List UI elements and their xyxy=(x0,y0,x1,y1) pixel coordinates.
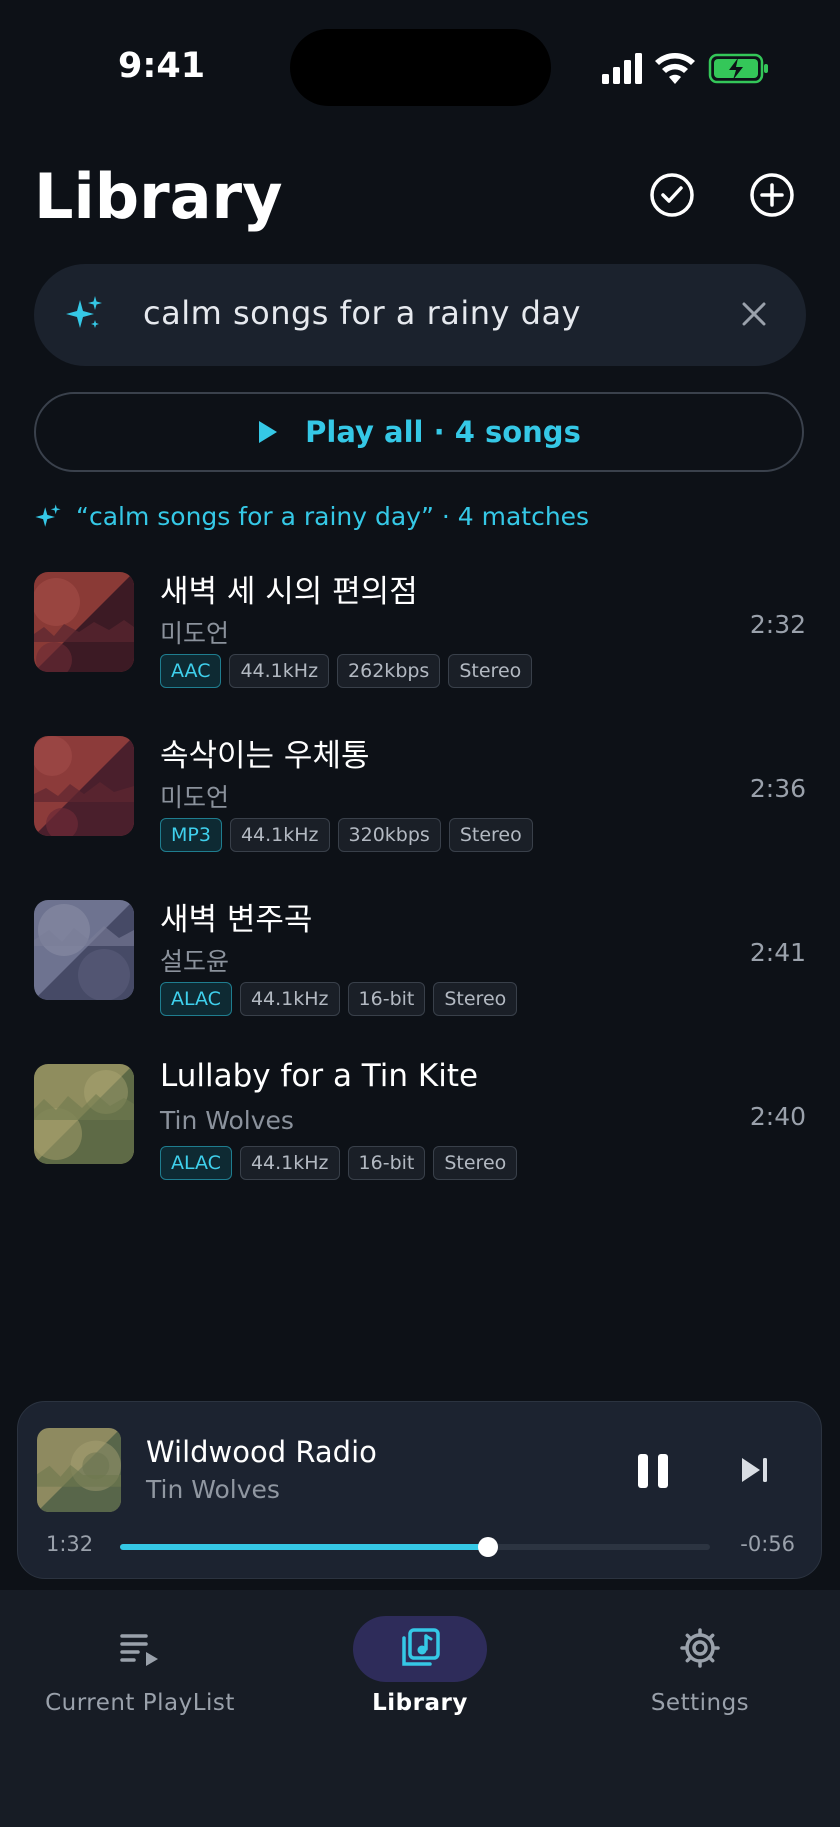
codec-badge: MP3 xyxy=(160,818,222,852)
library-icon xyxy=(402,1628,440,1666)
song-row[interactable]: 새벽 변주곡 설도윤 2:41 ALAC 44.1kHz 16-bit Ster… xyxy=(34,894,806,1016)
add-button[interactable] xyxy=(747,170,797,220)
progress-slider[interactable] xyxy=(120,1537,710,1557)
song-title: 속삭이는 우체통 xyxy=(160,738,370,774)
next-track-button[interactable] xyxy=(740,1455,770,1485)
now-playing-art xyxy=(37,1428,121,1512)
tab-label: Settings xyxy=(650,1690,750,1716)
song-title: Lullaby for a Tin Kite xyxy=(160,1058,479,1094)
matches-text: “calm songs for a rainy day” · 4 matches xyxy=(76,502,590,531)
status-time: 9:41 xyxy=(118,46,206,86)
song-row[interactable]: 속삭이는 우체통 미도언 2:36 MP3 44.1kHz 320kbps St… xyxy=(34,730,806,852)
now-playing-title: Wildwood Radio xyxy=(146,1435,377,1469)
album-art xyxy=(34,900,134,1000)
tab-settings[interactable]: Settings xyxy=(560,1616,840,1766)
song-artist: 설도윤 xyxy=(160,947,230,976)
sample-rate-badge: 44.1kHz xyxy=(229,818,330,852)
song-title: 새벽 세 시의 편의점 xyxy=(160,574,418,610)
search-field[interactable]: calm songs for a rainy day xyxy=(34,264,806,366)
tab-bar: Current PlayList Library Settings xyxy=(0,1590,840,1827)
channels-badge: Stereo xyxy=(448,654,533,688)
codec-badge: AAC xyxy=(160,654,222,688)
song-duration: 2:40 xyxy=(749,1102,806,1131)
channels-badge: Stereo xyxy=(433,1146,518,1180)
play-icon xyxy=(259,421,278,443)
now-playing-artist: Tin Wolves xyxy=(146,1475,280,1504)
now-playing-bar[interactable]: Wildwood Radio Tin Wolves 1:32 -0:56 xyxy=(17,1401,822,1579)
select-check-button[interactable] xyxy=(647,170,697,220)
album-art xyxy=(34,736,134,836)
song-duration: 2:41 xyxy=(749,938,806,967)
sparkle-icon xyxy=(35,503,61,527)
sample-rate-badge: 44.1kHz xyxy=(239,1146,340,1180)
playlist-icon xyxy=(120,1634,158,1666)
remaining-time: -0:56 xyxy=(740,1532,795,1556)
play-all-label: Play all · 4 songs xyxy=(305,415,581,449)
clear-search-button[interactable] xyxy=(736,296,772,332)
album-art xyxy=(34,1064,134,1164)
progress-fill xyxy=(120,1544,488,1550)
codec-badge: ALAC xyxy=(160,1146,232,1180)
search-matches-summary: “calm songs for a rainy day” · 4 matches xyxy=(34,502,589,531)
channels-badge: Stereo xyxy=(433,982,518,1016)
dynamic-island xyxy=(290,29,551,106)
bitrate-badge: 262kbps xyxy=(337,654,441,688)
elapsed-time: 1:32 xyxy=(46,1532,94,1556)
bit-depth-badge: 16-bit xyxy=(347,982,426,1016)
sample-rate-badge: 44.1kHz xyxy=(239,982,340,1016)
sample-rate-badge: 44.1kHz xyxy=(229,654,330,688)
tab-label: Library xyxy=(372,1690,468,1716)
play-all-button[interactable]: Play all · 4 songs xyxy=(34,392,804,472)
song-artist: 미도언 xyxy=(160,783,230,812)
song-title: 새벽 변주곡 xyxy=(160,902,313,938)
search-query[interactable]: calm songs for a rainy day xyxy=(143,294,581,332)
song-row[interactable]: 새벽 세 시의 편의점 미도언 2:32 AAC 44.1kHz 262kbps… xyxy=(34,566,806,688)
song-duration: 2:36 xyxy=(749,774,806,803)
gear-icon xyxy=(680,1628,720,1668)
status-icons xyxy=(602,53,768,84)
wifi-icon xyxy=(655,53,695,84)
song-artist: Tin Wolves xyxy=(160,1106,294,1135)
sparkle-icon xyxy=(66,296,102,328)
tab-label: Current PlayList xyxy=(45,1690,235,1716)
progress-knob[interactable] xyxy=(477,1537,498,1557)
codec-badge: ALAC xyxy=(160,982,232,1016)
channels-badge: Stereo xyxy=(448,818,533,852)
page-title: Library xyxy=(34,160,283,233)
album-art xyxy=(34,572,134,672)
bit-depth-badge: 16-bit xyxy=(347,1146,426,1180)
song-duration: 2:32 xyxy=(749,610,806,639)
pause-button[interactable] xyxy=(636,1452,670,1490)
tab-library[interactable]: Library xyxy=(280,1616,560,1766)
song-row[interactable]: Lullaby for a Tin Kite Tin Wolves 2:40 A… xyxy=(34,1058,806,1180)
battery-icon xyxy=(708,53,768,84)
bitrate-badge: 320kbps xyxy=(337,818,441,852)
song-artist: 미도언 xyxy=(160,619,230,648)
signal-icon xyxy=(602,53,642,84)
tab-current-playlist[interactable]: Current PlayList xyxy=(0,1616,280,1766)
